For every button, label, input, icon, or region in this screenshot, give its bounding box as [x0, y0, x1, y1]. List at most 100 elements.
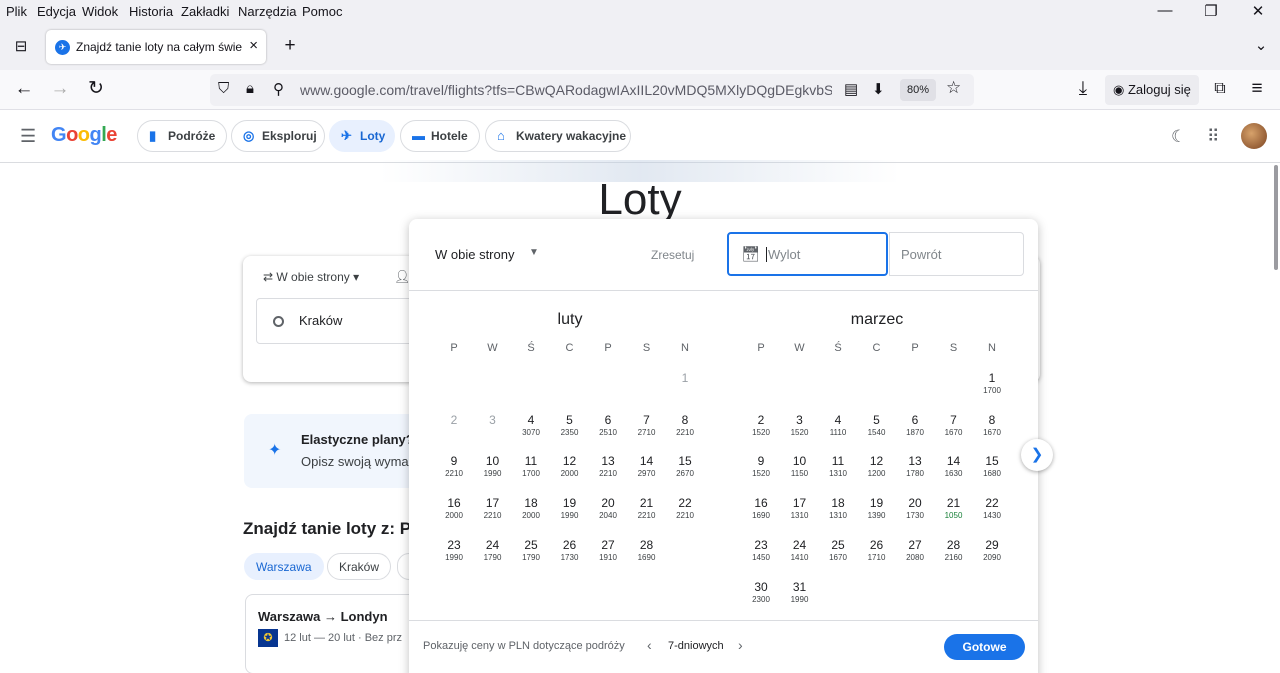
reset-button[interactable]: Zresetuj	[651, 248, 694, 262]
google-logo[interactable]: Google	[51, 124, 117, 147]
duration-prev-icon[interactable]: ‹	[647, 637, 652, 653]
new-tab-icon[interactable]: +	[277, 35, 303, 57]
downloads-icon[interactable]: ⤓	[1070, 78, 1096, 100]
menu-tools[interactable]: Narzędzia	[238, 4, 297, 19]
calendar-day[interactable]: 3 1520	[781, 413, 819, 449]
menu-help[interactable]: Pomoc	[302, 4, 342, 19]
calendar-day[interactable]: 20 1730	[896, 496, 934, 532]
chip-flights[interactable]: ✈ Loty	[329, 120, 395, 152]
login-button[interactable]: ◉ Zaloguj się	[1105, 75, 1199, 105]
menu-history[interactable]: Historia	[129, 4, 173, 19]
calendar-day[interactable]: 28 2160	[935, 538, 973, 574]
main-menu-icon[interactable]: ☰	[20, 126, 36, 147]
calendar-day[interactable]: 5 2350	[551, 413, 589, 449]
calendar-day[interactable]: 7 2710	[628, 413, 666, 449]
calendar-day[interactable]: 19 1990	[551, 496, 589, 532]
departure-date-input[interactable]: 📅︎ Wylot	[727, 232, 888, 276]
calendar-day[interactable]: 31 1990	[781, 580, 819, 616]
save-page-icon[interactable]: ⬇	[872, 80, 885, 98]
calendar-day[interactable]: 18 2000	[512, 496, 550, 532]
bookmark-star-icon[interactable]: ☆	[946, 78, 961, 98]
avatar[interactable]	[1241, 123, 1267, 149]
url-text[interactable]: www.google.com/travel/flights?tfs=CBwQAR…	[300, 82, 832, 98]
picker-trip-type-select[interactable]: W obie strony	[435, 247, 514, 262]
calendar-day[interactable]: 10 1150	[781, 454, 819, 490]
menu-edit[interactable]: Edycja	[37, 4, 76, 19]
chip-vacation-rentals[interactable]: ⌂ Kwatery wakacyjne	[485, 120, 631, 152]
calendar-day[interactable]: 28 1690	[628, 538, 666, 574]
duration-next-icon[interactable]: ›	[738, 637, 743, 653]
calendar-day[interactable]: 8 2210	[666, 413, 704, 449]
lock-icon[interactable]: 🔒︎	[246, 80, 254, 97]
forward-icon[interactable]: →	[47, 78, 73, 100]
calendar-day[interactable]: 17 2210	[474, 496, 512, 532]
permissions-icon[interactable]: ⚲	[273, 80, 284, 98]
calendar-day[interactable]: 20 2040	[589, 496, 627, 532]
calendar-day[interactable]: 23 1450	[742, 538, 780, 574]
calendar-day[interactable]: 12 2000	[551, 454, 589, 490]
calendar-day[interactable]: 15 1680	[973, 454, 1011, 490]
minimize-icon[interactable]: —	[1150, 2, 1180, 19]
calendar-day[interactable]: 4 3070	[512, 413, 550, 449]
calendar-day[interactable]: 25 1670	[819, 538, 857, 574]
calendar-day[interactable]: 6 1870	[896, 413, 934, 449]
calendar-day[interactable]: 9 2210	[435, 454, 473, 490]
calendar-day[interactable]: 8 1670	[973, 413, 1011, 449]
calendar-day[interactable]: 17 1310	[781, 496, 819, 532]
menu-view[interactable]: Widok	[82, 4, 118, 19]
calendar-day[interactable]: 21 2210	[628, 496, 666, 532]
apps-grid-icon[interactable]: ⠿	[1207, 127, 1219, 147]
calendar-day[interactable]: 26 1730	[551, 538, 589, 574]
calendar-day[interactable]: 26 1710	[858, 538, 896, 574]
calendar-day[interactable]: 12 1200	[858, 454, 896, 490]
calendar-day[interactable]: 25 1790	[512, 538, 550, 574]
close-tab-icon[interactable]: ×	[249, 37, 258, 54]
restore-icon[interactable]: ❐	[1196, 2, 1226, 20]
extensions-icon[interactable]: ⧉	[1207, 78, 1233, 100]
tab-list-icon[interactable]: ⊟	[8, 36, 34, 58]
city-chip-krakow[interactable]: Kraków	[327, 553, 392, 580]
calendar-day[interactable]: 13 2210	[589, 454, 627, 490]
calendar-day[interactable]: 16 2000	[435, 496, 473, 532]
active-tab[interactable]: ✈ Znajdź tanie loty na całym świe ×	[46, 30, 266, 64]
menu-file[interactable]: Plik	[6, 4, 27, 19]
calendar-day[interactable]: 30 2300	[742, 580, 780, 616]
calendar-day[interactable]: 13 1780	[896, 454, 934, 490]
calendar-day[interactable]: 1 1700	[973, 371, 1011, 407]
calendar-day[interactable]: 15 2670	[666, 454, 704, 490]
calendar-day[interactable]: 22 1430	[973, 496, 1011, 532]
tab-overflow-chevron-icon[interactable]: ⌄	[1248, 35, 1274, 57]
back-icon[interactable]: ←	[11, 78, 37, 100]
calendar-day[interactable]: 2 1520	[742, 413, 780, 449]
chip-explore[interactable]: ◎ Eksploruj	[231, 120, 325, 152]
address-bar[interactable]: ⛉ 🔒︎ ⚲ www.google.com/travel/flights?tfs…	[210, 74, 974, 106]
shield-icon[interactable]: ⛉	[218, 80, 229, 97]
return-date-input[interactable]: Powrót	[889, 232, 1024, 276]
calendar-day[interactable]: 14 2970	[628, 454, 666, 490]
zoom-level[interactable]: 80%	[900, 79, 936, 101]
dropdown-caret-icon[interactable]: ▼	[529, 247, 539, 258]
calendar-day[interactable]: 11 1310	[819, 454, 857, 490]
menu-bookmarks[interactable]: Zakładki	[181, 4, 229, 19]
calendar-day[interactable]: 11 1700	[512, 454, 550, 490]
reader-view-icon[interactable]: ▤	[844, 80, 858, 98]
trip-type-select[interactable]: ⇄ W obie strony ▾	[263, 270, 359, 284]
dark-mode-icon[interactable]: ☾	[1171, 127, 1186, 147]
calendar-day[interactable]: 5 1540	[858, 413, 896, 449]
calendar-day[interactable]: 23 1990	[435, 538, 473, 574]
calendar-day[interactable]: 10 1990	[474, 454, 512, 490]
calendar-day[interactable]: 24 1790	[474, 538, 512, 574]
next-month-chevron-icon[interactable]: ❯	[1021, 439, 1053, 471]
app-menu-icon[interactable]: ≡	[1244, 78, 1270, 100]
calendar-day[interactable]: 4 1110	[819, 413, 857, 449]
calendar-day[interactable]: 7 1670	[935, 413, 973, 449]
calendar-day[interactable]: 24 1410	[781, 538, 819, 574]
done-button[interactable]: Gotowe	[944, 634, 1025, 660]
calendar-day[interactable]: 9 1520	[742, 454, 780, 490]
calendar-day[interactable]: 21 1050	[935, 496, 973, 532]
calendar-day[interactable]: 6 2510	[589, 413, 627, 449]
chip-hotels[interactable]: ▬ Hotele	[400, 120, 480, 152]
calendar-day[interactable]: 16 1690	[742, 496, 780, 532]
calendar-day[interactable]: 22 2210	[666, 496, 704, 532]
city-chip-warszawa[interactable]: Warszawa	[244, 553, 324, 580]
